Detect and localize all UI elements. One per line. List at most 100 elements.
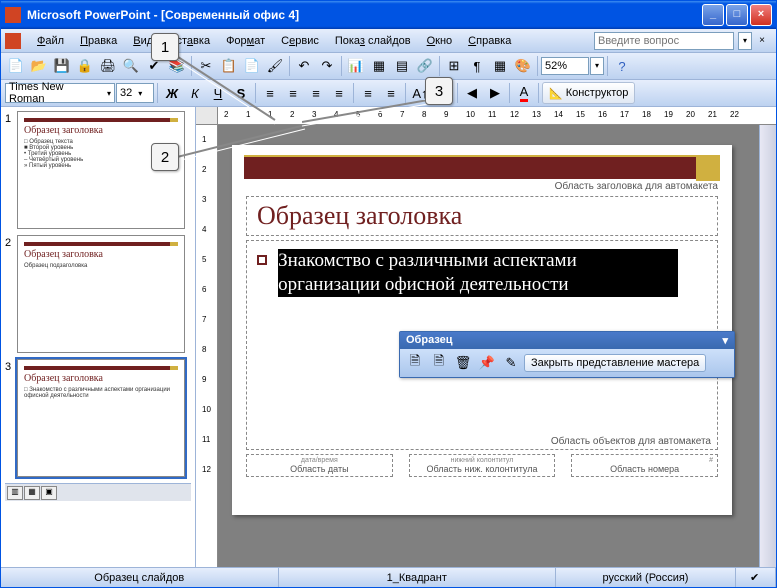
undo-icon[interactable]: ↶ <box>293 55 315 77</box>
save-icon[interactable]: 💾 <box>51 55 73 77</box>
table-icon[interactable]: ▦ <box>368 55 390 77</box>
menu-format[interactable]: Формат <box>218 33 273 49</box>
menu-window[interactable]: Окно <box>419 33 461 49</box>
new-icon[interactable]: 📄 <box>5 55 27 77</box>
body-placeholder-label: Область объектов для автомакета <box>551 436 711 447</box>
callout-1: 1 <box>151 33 179 61</box>
thumb-number: 3 <box>5 359 17 477</box>
thumb-number: 1 <box>5 111 17 229</box>
numbering-icon[interactable]: ≡ <box>357 82 379 104</box>
font-name-select[interactable]: Times New Roman▾ <box>5 83 115 103</box>
preserve-master-icon[interactable]: 📌 <box>476 352 498 374</box>
formatting-toolbar: Times New Roman▾ 32▾ Ж К Ч S ≡ ≡ ≡ ≡ ≡ ≡… <box>1 80 776 107</box>
print-icon[interactable]: 🖨 <box>97 55 119 77</box>
font-size-select[interactable]: 32▾ <box>116 83 154 103</box>
bold-icon[interactable]: Ж <box>161 82 183 104</box>
status-spell[interactable]: ✔ <box>736 568 776 587</box>
shadow-icon[interactable]: S <box>230 82 252 104</box>
cut-icon[interactable]: ✂ <box>195 55 217 77</box>
number-placeholder[interactable]: #Область номера <box>571 454 718 477</box>
date-placeholder[interactable]: дата/времяОбласть даты <box>246 454 393 477</box>
standard-toolbar: 📄 📂 💾 🔒 🖨 🔍 ✔ 📚 ✂ 📋 📄 🖌 ↶ ↷ 📊 ▦ ▤ 🔗 ⊞ ¶ … <box>1 53 776 80</box>
ruler-horizontal[interactable]: 2112345678910111213141516171819202122 <box>196 107 776 125</box>
master-toolbar-dropdown[interactable]: ▾ <box>722 334 728 347</box>
minimize-button[interactable]: _ <box>702 4 724 26</box>
menu-slideshow[interactable]: Показ слайдов <box>327 33 419 49</box>
footer-placeholder[interactable]: нижний колонтитулОбласть ниж. колонтитул… <box>409 454 556 477</box>
master-toolbar[interactable]: Образец ▾ 🗎 🗎 🗑 📌 ✎ Закрыть представление… <box>399 331 735 378</box>
status-language[interactable]: русский (Россия) <box>556 568 736 587</box>
menu-tools[interactable]: Сервис <box>273 33 327 49</box>
designer-button[interactable]: 📐Конструктор <box>542 82 635 104</box>
sorter-view-icon[interactable]: ▦ <box>24 486 40 500</box>
paste-icon[interactable]: 📄 <box>241 55 263 77</box>
align-right-icon[interactable]: ≡ <box>305 82 327 104</box>
menu-edit[interactable]: Правка <box>72 33 125 49</box>
question-dropdown[interactable]: ▾ <box>738 32 752 50</box>
slide-thumbnails-pane: 1 Образец заголовка □ Образец текста ■ В… <box>1 107 196 567</box>
chart-icon[interactable]: 📊 <box>345 55 367 77</box>
zoom-input[interactable] <box>541 57 589 75</box>
ruler-vertical[interactable]: 123456789101112 <box>196 125 218 567</box>
grid-icon[interactable]: ▦ <box>489 55 511 77</box>
show-formatting-icon[interactable]: ¶ <box>466 55 488 77</box>
color-icon[interactable]: 🎨 <box>512 55 534 77</box>
align-justify-icon[interactable]: ≡ <box>328 82 350 104</box>
delete-master-icon[interactable]: 🗑 <box>452 352 474 374</box>
callout-2: 2 <box>151 143 179 171</box>
normal-view-icon[interactable]: ▥ <box>7 486 23 500</box>
editor-pane: 2112345678910111213141516171819202122 12… <box>196 107 776 567</box>
tables-borders-icon[interactable]: ▤ <box>391 55 413 77</box>
rename-master-icon[interactable]: ✎ <box>500 352 522 374</box>
menubar: Файл Правка Вид Вставка Формат Сервис По… <box>1 29 776 53</box>
italic-icon[interactable]: К <box>184 82 206 104</box>
close-button[interactable]: × <box>750 4 772 26</box>
maximize-button[interactable]: □ <box>726 4 748 26</box>
titlebar: Microsoft PowerPoint - [Современный офис… <box>1 1 776 29</box>
question-input[interactable] <box>594 32 734 50</box>
expand-icon[interactable]: ⊞ <box>443 55 465 77</box>
bullets-icon[interactable]: ≡ <box>380 82 402 104</box>
underline-icon[interactable]: Ч <box>207 82 229 104</box>
preview-icon[interactable]: 🔍 <box>120 55 142 77</box>
permission-icon[interactable]: 🔒 <box>74 55 96 77</box>
callout-3: 3 <box>425 77 453 105</box>
vertical-scrollbar[interactable] <box>759 125 776 567</box>
align-left-icon[interactable]: ≡ <box>259 82 281 104</box>
slide-canvas[interactable]: Область заголовка для автомакета Образец… <box>218 125 759 567</box>
status-theme: 1_Квадрант <box>279 568 557 587</box>
title-placeholder[interactable]: Образец заголовка <box>246 196 718 236</box>
statusbar: Образец слайдов 1_Квадрант русский (Росс… <box>1 567 776 587</box>
doc-icon[interactable] <box>5 33 21 49</box>
app-icon <box>5 7 21 23</box>
doc-close-button[interactable]: × <box>752 35 772 46</box>
status-view: Образец слайдов <box>1 568 279 587</box>
increase-indent-icon[interactable]: ▶ <box>484 82 506 104</box>
decrease-indent-icon[interactable]: ◀ <box>461 82 483 104</box>
close-master-view-button[interactable]: Закрыть представление мастера <box>524 354 706 372</box>
bullet-icon <box>257 255 267 265</box>
align-center-icon[interactable]: ≡ <box>282 82 304 104</box>
open-icon[interactable]: 📂 <box>28 55 50 77</box>
slide-accent-bar <box>244 157 720 179</box>
zoom-dropdown[interactable]: ▾ <box>590 57 604 75</box>
window-title: Microsoft PowerPoint - [Современный офис… <box>27 8 702 22</box>
insert-slide-master-icon[interactable]: 🗎 <box>404 352 426 374</box>
menu-file[interactable]: Файл <box>29 33 72 49</box>
thumb-slide-3[interactable]: Образец заголовка □ Знакомство с различн… <box>17 359 185 477</box>
master-toolbar-title: Образец <box>406 334 453 347</box>
menu-help[interactable]: Справка <box>460 33 519 49</box>
redo-icon[interactable]: ↷ <box>316 55 338 77</box>
body-text-selected[interactable]: Знакомство с различными аспектами органи… <box>278 249 678 297</box>
thumb-number: 2 <box>5 235 17 353</box>
thumb-slide-2[interactable]: Образец заголовка Образец подзаголовка <box>17 235 185 353</box>
slideshow-view-icon[interactable]: ▣ <box>41 486 57 500</box>
slide-master: Область заголовка для автомакета Образец… <box>232 145 732 515</box>
font-color-icon[interactable]: A <box>513 82 535 104</box>
insert-title-master-icon[interactable]: 🗎 <box>428 352 450 374</box>
format-painter-icon[interactable]: 🖌 <box>264 55 286 77</box>
copy-icon[interactable]: 📋 <box>218 55 240 77</box>
help-icon[interactable]: ? <box>611 55 633 77</box>
title-placeholder-label: Область заголовка для автомакета <box>246 181 718 192</box>
hyperlink-icon[interactable]: 🔗 <box>414 55 436 77</box>
